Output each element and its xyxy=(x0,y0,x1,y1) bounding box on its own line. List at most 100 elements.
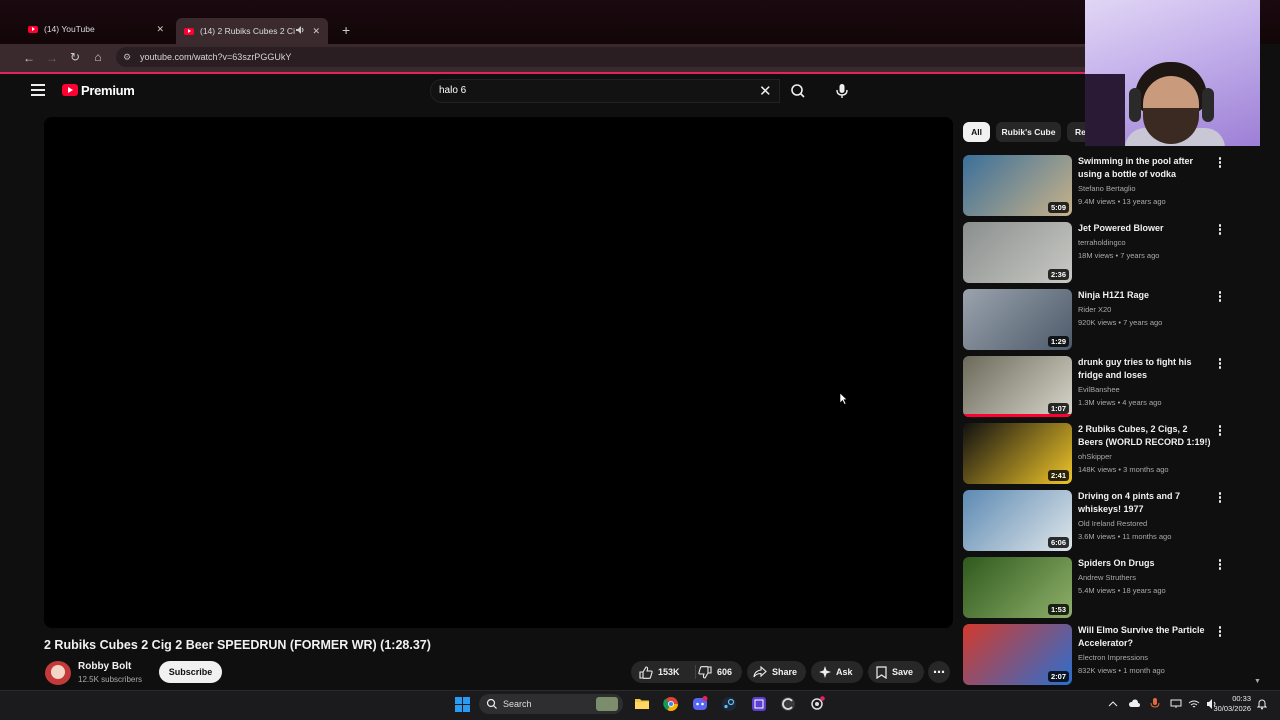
search-query[interactable]: halo 6 xyxy=(439,85,466,96)
forward-icon[interactable]: → xyxy=(44,51,60,65)
bookmark-icon xyxy=(876,665,887,679)
video-thumbnail[interactable]: 1:07 xyxy=(963,356,1072,417)
discord-icon[interactable] xyxy=(692,696,708,712)
video-thumbnail[interactable]: 5:09 xyxy=(963,155,1072,216)
reload-icon[interactable]: ↻ xyxy=(67,50,83,64)
more-options-icon[interactable] xyxy=(1217,559,1223,571)
recommendation-title[interactable]: Jet Powered Blower xyxy=(1078,222,1213,235)
browser-tab-active-video[interactable]: (14) 2 Rubiks Cubes 2 Cig 2 ✕ xyxy=(176,18,328,44)
more-options-icon[interactable] xyxy=(1217,626,1223,638)
channel-name[interactable]: Robby Bolt xyxy=(78,661,131,672)
watch-progress-bar xyxy=(963,414,1072,417)
more-options-icon[interactable] xyxy=(1217,224,1223,236)
recommendation-channel[interactable]: Old Ireland Restored xyxy=(1078,519,1147,528)
taskbar-date[interactable]: 30/03/2026 xyxy=(1207,704,1251,713)
browser-tab-youtube[interactable]: (14) YouTube ✕ xyxy=(20,18,172,40)
channel-avatar[interactable] xyxy=(45,661,71,685)
video-player[interactable] xyxy=(44,117,953,628)
close-tab-icon[interactable]: ✕ xyxy=(156,24,164,35)
recommendation-title[interactable]: Driving on 4 pints and 7 whiskeys! 1977 xyxy=(1078,490,1213,516)
ccleaner-icon[interactable] xyxy=(780,696,796,712)
recommendation-item[interactable]: 2:07 Will Elmo Survive the Particle Accel… xyxy=(963,624,1233,686)
recommendation-title[interactable]: Will Elmo Survive the Particle Accelerat… xyxy=(1078,624,1213,650)
video-thumbnail[interactable]: 2:36 xyxy=(963,222,1072,283)
recommendation-title[interactable]: Spiders On Drugs xyxy=(1078,557,1213,570)
clear-search-icon[interactable]: ✕ xyxy=(759,82,772,100)
recommendation-title[interactable]: Swimming in the pool after using a bottl… xyxy=(1078,155,1213,181)
display-icon[interactable] xyxy=(1170,699,1182,709)
chip-rubiks-cube[interactable]: Rubik's Cube xyxy=(996,122,1061,142)
recommendation-channel[interactable]: Rider X20 xyxy=(1078,305,1111,314)
recommendation-item[interactable]: 6:06 Driving on 4 pints and 7 whiskeys! 1… xyxy=(963,490,1233,552)
recommendation-channel[interactable]: Andrew Struthers xyxy=(1078,573,1136,582)
notification-bell-icon[interactable] xyxy=(1257,698,1267,710)
recommendation-item[interactable]: 2:36 Jet Powered Blower terraholdingco 18M … xyxy=(963,222,1233,284)
video-duration: 6:06 xyxy=(1047,537,1069,548)
chevron-up-icon[interactable] xyxy=(1108,699,1118,709)
recommendation-title[interactable]: Ninja H1Z1 Rage xyxy=(1078,289,1213,302)
dislike-button[interactable]: 606 xyxy=(698,661,732,683)
more-options-icon[interactable] xyxy=(1217,492,1223,504)
steam-icon[interactable] xyxy=(721,696,737,712)
share-button[interactable]: Share xyxy=(747,661,806,683)
close-tab-icon[interactable]: ✕ xyxy=(312,26,320,37)
speaker-icon[interactable] xyxy=(296,26,305,34)
recommendation-item[interactable]: 5:09 Swimming in the pool after using a b… xyxy=(963,155,1233,217)
recommendation-item[interactable]: 1:53 Spiders On Drugs Andrew Struthers 5.4M… xyxy=(963,557,1233,619)
search-icon xyxy=(791,84,805,98)
new-tab-button[interactable]: + xyxy=(334,19,358,41)
save-button[interactable]: Save xyxy=(868,661,924,683)
recommendation-item[interactable]: 1:07 drunk guy tries to fight his fridge … xyxy=(963,356,1233,418)
recommendation-channel[interactable]: EvilBanshee xyxy=(1078,385,1120,394)
recommendation-channel[interactable]: Electron Impressions xyxy=(1078,653,1148,662)
recommendation-title[interactable]: drunk guy tries to fight his fridge and … xyxy=(1078,356,1213,382)
app-grid-icon[interactable] xyxy=(751,696,767,712)
home-icon[interactable]: ⌂ xyxy=(90,50,106,64)
microphone-icon[interactable] xyxy=(1150,698,1160,710)
video-thumbnail[interactable]: 1:29 xyxy=(963,289,1072,350)
save-label: Save xyxy=(892,667,914,677)
hamburger-menu-icon[interactable] xyxy=(31,84,45,96)
onedrive-icon[interactable] xyxy=(1128,699,1140,709)
scroll-down-arrow-icon[interactable]: ▼ xyxy=(1254,678,1261,685)
video-thumbnail[interactable]: 1:53 xyxy=(963,557,1072,618)
video-duration: 2:07 xyxy=(1047,671,1069,682)
youtube-logo-icon[interactable] xyxy=(62,84,78,96)
more-options-icon[interactable] xyxy=(1217,157,1223,169)
video-thumbnail[interactable]: 2:41 xyxy=(963,423,1072,484)
ask-button[interactable]: Ask xyxy=(811,661,863,683)
video-thumbnail[interactable]: 6:06 xyxy=(963,490,1072,551)
search-button[interactable] xyxy=(782,79,814,103)
like-count: 153K xyxy=(658,667,680,677)
voice-search-button[interactable] xyxy=(830,79,854,103)
chip-all[interactable]: All xyxy=(963,122,990,142)
address-bar[interactable]: ⚙ youtube.com/watch?v=63szrPGGUkY xyxy=(116,47,1085,67)
recommendation-title[interactable]: 2 Rubiks Cubes, 2 Cigs, 2 Beers (WORLD R… xyxy=(1078,423,1213,449)
recommendation-item[interactable]: 2:41 2 Rubiks Cubes, 2 Cigs, 2 Beers (WOR… xyxy=(963,423,1233,485)
file-explorer-icon[interactable] xyxy=(634,696,650,712)
more-options-icon[interactable] xyxy=(1217,425,1223,437)
recommendation-item[interactable]: 1:29 Ninja H1Z1 Rage Rider X20 920K views •… xyxy=(963,289,1233,351)
site-info-icon[interactable]: ⚙ xyxy=(123,47,131,67)
more-options-icon[interactable] xyxy=(1217,358,1223,370)
chrome-icon[interactable] xyxy=(663,696,679,712)
sidebar-scrollbar[interactable] xyxy=(1256,146,1262,686)
recommendation-channel[interactable]: ohSkipper xyxy=(1078,452,1112,461)
recommendation-channel[interactable]: Stefano Bertaglio xyxy=(1078,184,1136,193)
taskbar-time[interactable]: 00:33 xyxy=(1229,694,1251,703)
recommendation-channel[interactable]: terraholdingco xyxy=(1078,238,1126,247)
settings-icon[interactable] xyxy=(809,696,825,712)
like-button[interactable]: 153K xyxy=(639,661,680,683)
video-thumbnail[interactable]: 2:07 xyxy=(963,624,1072,685)
search-input[interactable] xyxy=(430,79,780,103)
more-actions-button[interactable]: ⋯ xyxy=(928,661,950,683)
headphone-left xyxy=(1129,88,1141,122)
windows-start-icon[interactable] xyxy=(455,697,471,713)
more-options-icon[interactable] xyxy=(1217,291,1223,303)
premium-logo-text[interactable]: Premium xyxy=(81,83,135,98)
back-icon[interactable]: ← xyxy=(21,51,37,65)
search-highlight-image[interactable] xyxy=(596,697,618,711)
share-label: Share xyxy=(772,667,798,677)
subscribe-button[interactable]: Subscribe xyxy=(159,661,222,683)
wifi-icon[interactable] xyxy=(1188,699,1200,709)
